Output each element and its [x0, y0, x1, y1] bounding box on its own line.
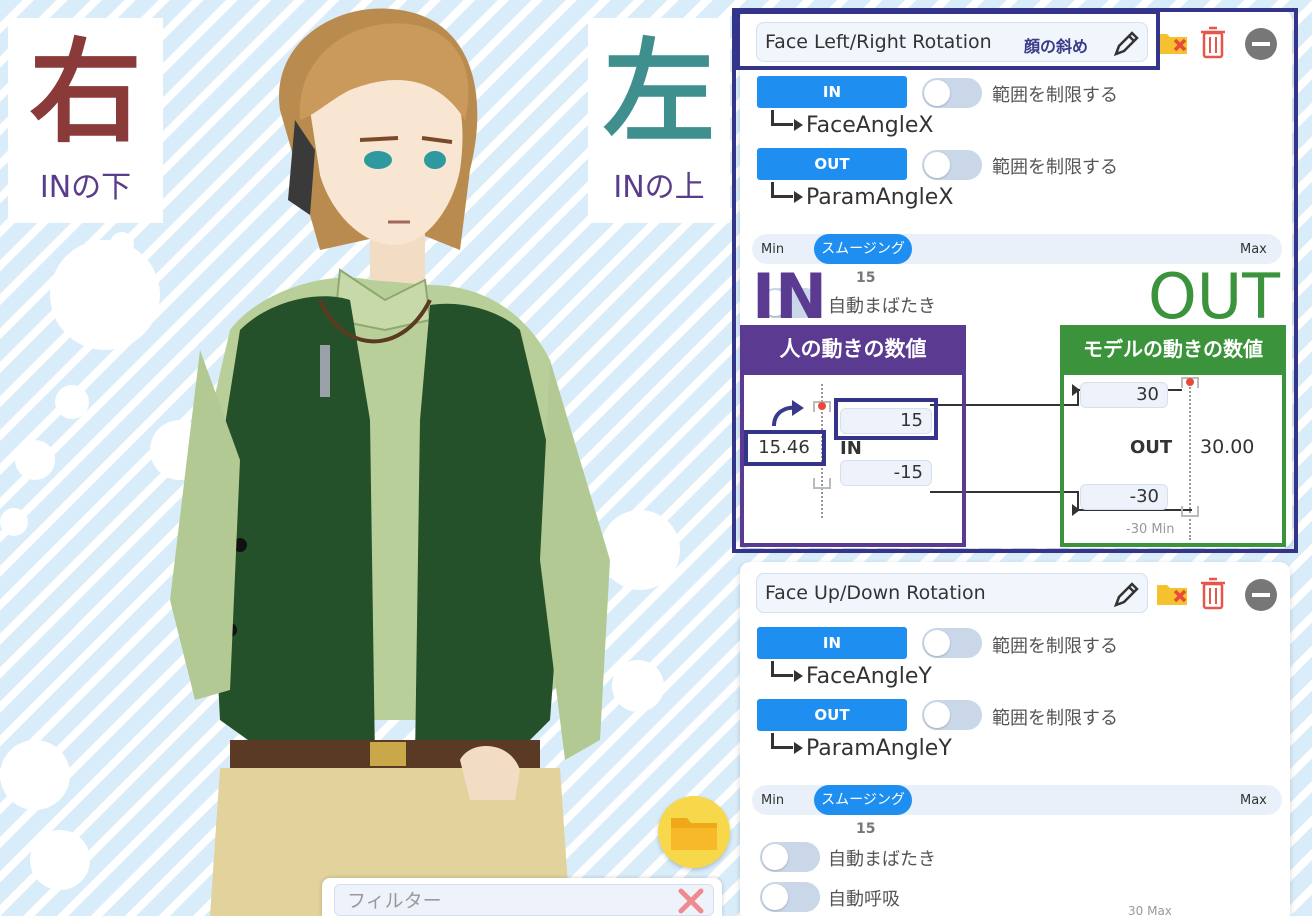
arrow-right-icon [771, 733, 803, 754]
pencil-icon[interactable] [1112, 579, 1142, 609]
folder-button[interactable] [658, 796, 730, 868]
smoothing-value: 15 [856, 821, 876, 837]
out-limit-label: 範囲を制限する [992, 708, 1118, 729]
param-name-text: Face Up/Down Rotation [765, 582, 986, 604]
annotation-name-frame [736, 10, 1160, 70]
bg-bubble [0, 740, 70, 810]
out-param-name: ParamAngleY [806, 736, 952, 761]
in-limit-toggle[interactable] [922, 628, 982, 658]
out-limit-toggle[interactable] [922, 700, 982, 730]
bg-bubble [0, 508, 28, 536]
slider-min-label: Min [761, 793, 785, 808]
bg-bubble [50, 240, 160, 350]
auto-breath-label: 自動呼吸 [828, 889, 900, 910]
trash-icon[interactable] [1198, 575, 1228, 611]
folder-delete-icon[interactable] [1155, 579, 1191, 609]
auto-breath-toggle[interactable] [760, 882, 820, 912]
annotation-current-frame [744, 430, 826, 466]
smoothing-thumb[interactable]: スムージング [814, 785, 912, 815]
close-icon[interactable] [677, 888, 705, 914]
bg-bubble [55, 385, 89, 419]
bg-bubble [612, 660, 664, 712]
right-direction-card: 右 INの下 [8, 18, 163, 223]
filter-input[interactable]: フィルター [334, 884, 714, 916]
in-button[interactable]: IN [757, 627, 907, 659]
bg-bubble [30, 830, 90, 890]
arrow-right-icon [771, 661, 803, 682]
annotation-in-label: IN [752, 260, 827, 333]
avatar-character [170, 8, 610, 916]
minus-circle-icon[interactable] [1244, 578, 1278, 612]
folder-icon [671, 818, 717, 850]
annotation-model-box [1060, 325, 1286, 547]
right-kanji: 右 [29, 27, 142, 158]
auto-blink-label: 自動まばたき [828, 849, 936, 870]
annotation-in-max-frame [834, 398, 938, 440]
right-caption: INの下 [39, 170, 132, 205]
in-param-name: FaceAngleY [806, 664, 932, 689]
in-limit-label: 範囲を制限する [992, 636, 1118, 657]
bg-bubble [600, 510, 680, 590]
bg-bubble [15, 440, 55, 480]
auto-blink-toggle[interactable] [760, 842, 820, 872]
bg-bubble [110, 232, 134, 256]
out-button[interactable]: OUT [757, 699, 907, 731]
annotation-out-label: OUT [1148, 260, 1281, 333]
out-max-caption: 30 Max [1128, 904, 1172, 916]
slider-max-label: Max [1240, 793, 1267, 808]
param-name-field[interactable]: Face Up/Down Rotation [756, 573, 1148, 613]
